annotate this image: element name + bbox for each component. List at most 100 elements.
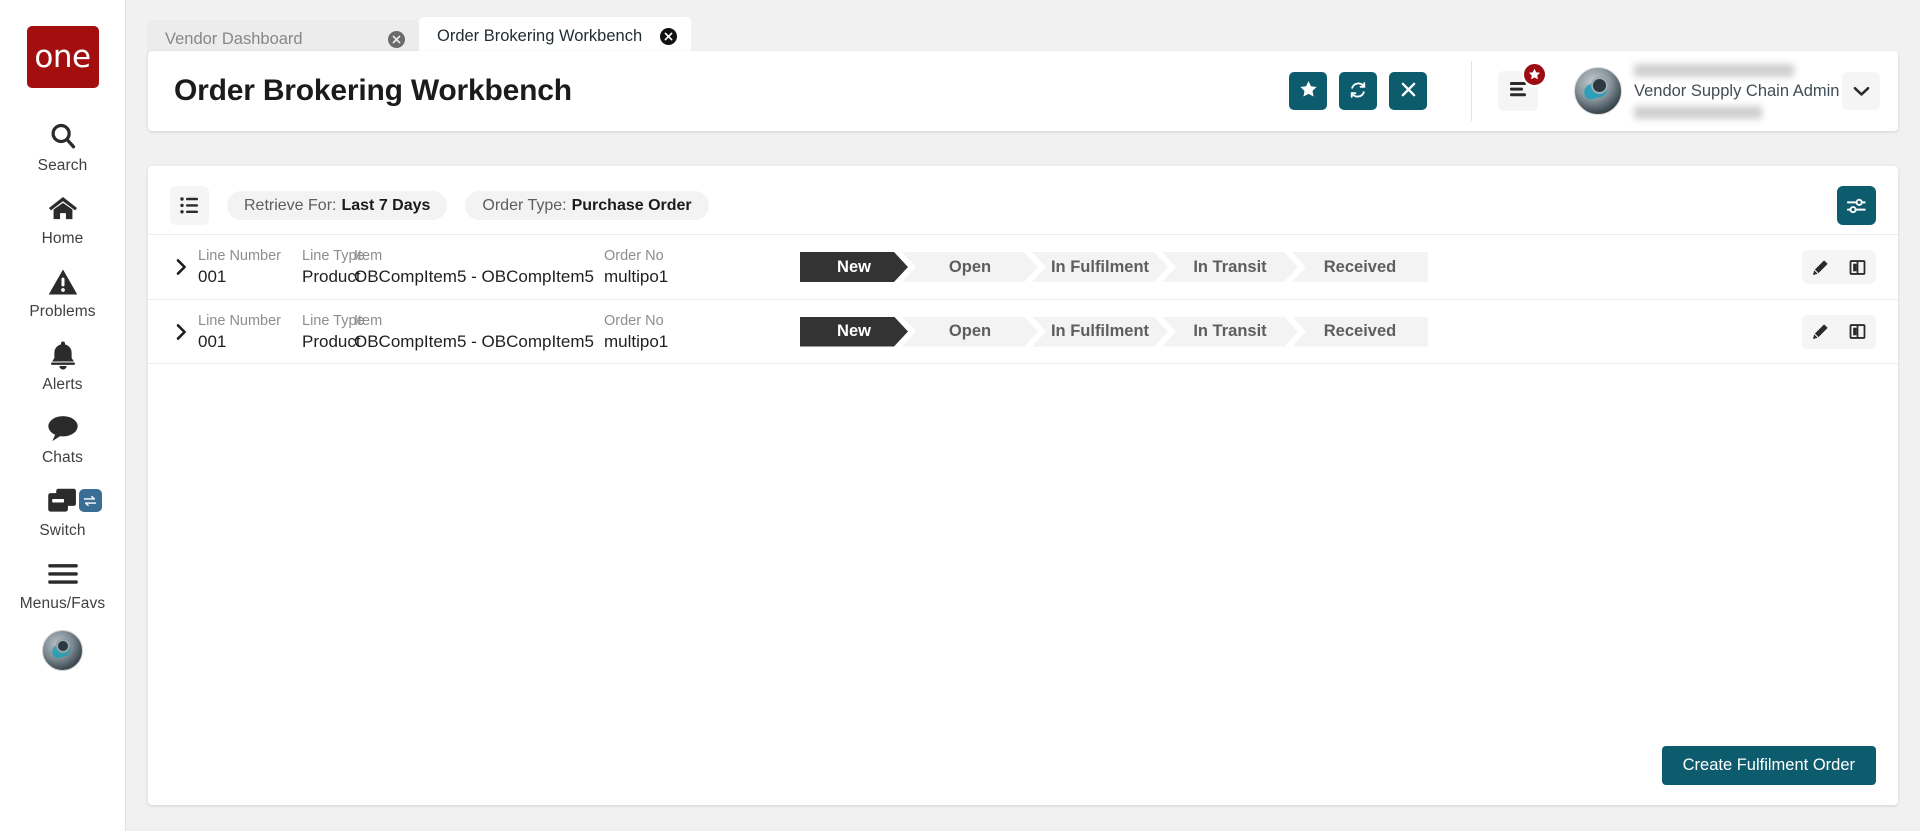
- user-role: Vendor Supply Chain Admin: [1634, 81, 1840, 100]
- create-fulfilment-order-button[interactable]: Create Fulfilment Order: [1661, 746, 1876, 785]
- status-step-label: Received: [1323, 257, 1397, 276]
- filter-bar: Retrieve For: Last 7 Days Order Type: Pu…: [148, 166, 1898, 228]
- sidebar-item-label: Problems: [29, 303, 96, 320]
- chip-value: Last 7 Days: [341, 196, 431, 214]
- star-icon: [1299, 80, 1318, 102]
- field-label: Line Type: [302, 312, 365, 329]
- close-circle-icon[interactable]: [660, 27, 677, 45]
- chip-retrieve-for[interactable]: Retrieve For: Last 7 Days: [227, 191, 448, 220]
- field-label: Line Number: [198, 248, 282, 264]
- status-step-label: Open: [948, 322, 992, 340]
- status-step-label: In Transit: [1193, 322, 1267, 340]
- status-step-new[interactable]: New: [800, 252, 908, 282]
- columns-icon[interactable]: [1839, 315, 1876, 349]
- sidebar-item-menus-favs[interactable]: Menus/Favs: [0, 548, 126, 621]
- refresh-button[interactable]: [1339, 72, 1377, 110]
- status-step-received[interactable]: Received: [1292, 316, 1428, 347]
- sidebar-item-label: Chats: [42, 449, 83, 466]
- status-progress: New Open In Fulfilment In Transit Receiv…: [800, 252, 1428, 282]
- field-label: Line Type: [302, 248, 365, 264]
- favorite-button[interactable]: [1289, 72, 1327, 110]
- user-name-redacted: [1634, 63, 1794, 77]
- pencil-icon[interactable]: [1802, 250, 1839, 284]
- tab-label: Order Brokering Workbench: [437, 26, 643, 45]
- status-step-new[interactable]: New: [800, 317, 908, 347]
- status-progress: New Open In Fulfilment In Transit Receiv…: [800, 316, 1428, 347]
- field-label: Order No: [604, 248, 664, 264]
- user-menu[interactable]: Vendor Supply Chain Admin: [1574, 63, 1898, 119]
- home-icon: [47, 192, 79, 226]
- pencil-icon[interactable]: [1802, 315, 1839, 349]
- field-value: OBCompItem5 - OBCompItem5: [354, 267, 594, 286]
- windows-stack-icon: [47, 484, 79, 518]
- status-step-in-transit[interactable]: In Transit: [1162, 252, 1298, 282]
- status-step-in-fulfilment[interactable]: In Fulfilment: [1032, 317, 1168, 347]
- list-view-icon[interactable]: [170, 186, 209, 225]
- table-row[interactable]: Line Number 001 Line Type Product Item O…: [148, 299, 1898, 364]
- field-label: Item: [354, 248, 383, 264]
- left-sidebar: one Search Home Problems Alerts Chats Sw…: [0, 0, 126, 831]
- sidebar-item-chats[interactable]: Chats: [0, 402, 126, 475]
- header-menu-button[interactable]: [1498, 62, 1547, 111]
- status-step-open[interactable]: Open: [902, 252, 1038, 282]
- field-order-no: Order No multipo1: [604, 247, 784, 287]
- chevron-right-icon[interactable]: [164, 323, 198, 341]
- chip-value: Purchase Order: [571, 196, 692, 214]
- workbench-panel: Retrieve For: Last 7 Days Order Type: Pu…: [148, 166, 1898, 805]
- sidebar-item-label: Menus/Favs: [19, 595, 106, 612]
- one-network-logo[interactable]: one: [26, 26, 99, 88]
- search-icon: [48, 119, 78, 153]
- field-value: multipo1: [604, 267, 669, 286]
- sliders-icon[interactable]: [1837, 186, 1876, 225]
- field-line-type: Line Type Product: [302, 312, 365, 352]
- sidebar-item-label: Home: [41, 230, 84, 247]
- x-icon: [1400, 81, 1417, 101]
- status-step-label: New: [837, 257, 871, 276]
- chip-label: Order Type:: [482, 196, 567, 214]
- chat-bubble-icon: [47, 411, 79, 445]
- header-divider: [1471, 61, 1472, 121]
- status-step-in-fulfilment[interactable]: In Fulfilment: [1032, 252, 1168, 282]
- sidebar-item-label: Alerts: [42, 376, 83, 393]
- close-circle-icon[interactable]: [388, 30, 405, 48]
- sidebar-item-problems[interactable]: Problems: [0, 256, 126, 329]
- field-label: Item: [354, 312, 383, 329]
- user-info: Vendor Supply Chain Admin: [1634, 63, 1840, 119]
- status-step-in-transit[interactable]: In Transit: [1162, 317, 1298, 347]
- close-button[interactable]: [1389, 72, 1427, 110]
- sidebar-item-search[interactable]: Search: [0, 110, 126, 183]
- status-step-label: In Transit: [1193, 257, 1267, 276]
- row-fields: Line Number 001 Line Type Product Item O…: [198, 247, 784, 287]
- panel-footer: Create Fulfilment Order: [1661, 746, 1876, 785]
- field-item: Item OBCompItem5 - OBCompItem5: [354, 312, 604, 352]
- table-row[interactable]: Line Number 001 Line Type Product Item O…: [148, 234, 1898, 299]
- star-icon: [1522, 62, 1547, 87]
- columns-icon[interactable]: [1839, 250, 1876, 284]
- status-step-label: Open: [948, 257, 992, 276]
- sidebar-item-home[interactable]: Home: [0, 183, 126, 256]
- status-step-open[interactable]: Open: [902, 317, 1038, 347]
- field-value: Product: [302, 267, 361, 286]
- user-org-redacted: [1634, 105, 1762, 119]
- sidebar-item-label: Switch: [39, 522, 86, 539]
- chip-order-type[interactable]: Order Type: Purchase Order: [465, 191, 709, 220]
- field-value: 001: [198, 331, 227, 351]
- avatar: [1574, 67, 1622, 115]
- swap-arrows-icon[interactable]: [78, 489, 102, 512]
- row-actions: [1802, 250, 1876, 284]
- status-step-label: Received: [1323, 322, 1397, 340]
- page-header: Order Brokering Workbench Vendor Supply …: [148, 51, 1898, 131]
- field-label: Line Number: [198, 312, 282, 329]
- status-step-received[interactable]: Received: [1292, 252, 1428, 282]
- chevron-right-icon[interactable]: [164, 258, 198, 276]
- field-line-number: Line Number 001: [198, 312, 302, 352]
- bell-icon: [49, 338, 77, 372]
- field-order-no: Order No multipo1: [604, 312, 784, 352]
- field-value: multipo1: [604, 331, 669, 351]
- sidebar-user-avatar[interactable]: [42, 630, 83, 671]
- chevron-down-icon[interactable]: [1842, 72, 1880, 110]
- header-actions: Vendor Supply Chain Admin: [1277, 61, 1898, 121]
- status-step-label: In Fulfilment: [1050, 257, 1150, 276]
- sidebar-item-alerts[interactable]: Alerts: [0, 329, 126, 402]
- sidebar-item-switch[interactable]: Switch: [0, 475, 126, 548]
